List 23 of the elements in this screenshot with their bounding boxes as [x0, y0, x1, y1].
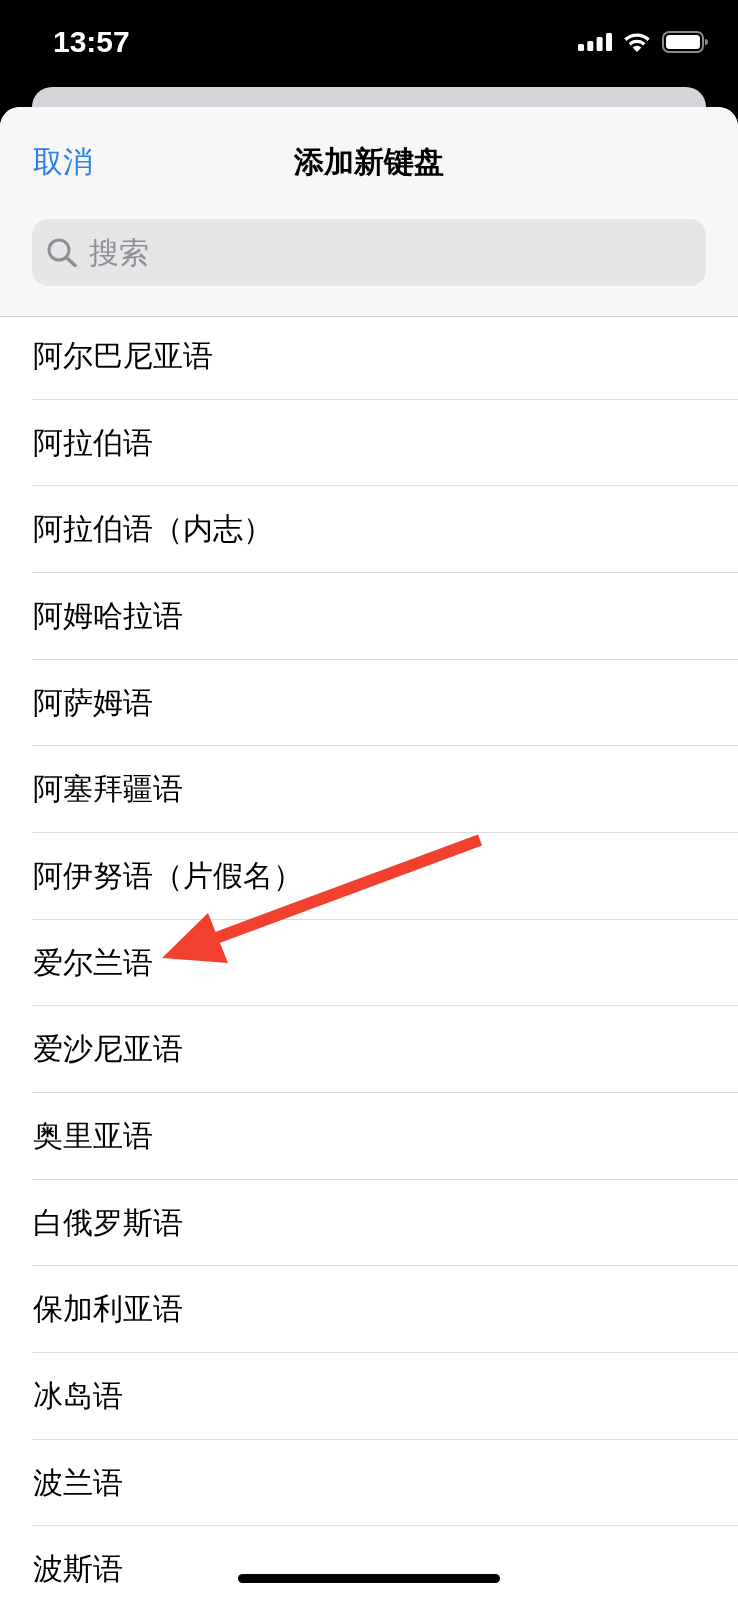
language-item[interactable]: 白俄罗斯语 [32, 1179, 738, 1267]
language-item[interactable]: 保加利亚语 [32, 1266, 738, 1354]
search-field[interactable]: 搜索 [89, 234, 706, 271]
cancel-button[interactable]: 取消 [33, 144, 93, 180]
sheet-title: 添加新键盘 [294, 144, 444, 180]
language-item[interactable]: 阿姆哈拉语 [32, 572, 738, 660]
language-item[interactable]: 波斯语 [32, 1526, 738, 1600]
search-icon [47, 238, 77, 267]
language-item[interactable]: 波兰语 [32, 1439, 738, 1527]
language-item[interactable]: 阿拉伯语 [32, 399, 738, 487]
language-item[interactable]: 阿塞拜疆语 [32, 746, 738, 833]
language-item[interactable]: 阿拉伯语（内志） [32, 486, 738, 573]
status-time: 13:57 [53, 25, 130, 59]
language-item[interactable]: 阿伊努语（片假名） [32, 832, 738, 920]
language-item[interactable]: 阿尔巴尼亚语 [32, 317, 738, 400]
language-item[interactable]: 冰岛语 [32, 1353, 738, 1440]
search-bar[interactable]: 搜索 [32, 219, 706, 286]
battery-icon [662, 31, 708, 53]
language-item[interactable]: 阿萨姆语 [32, 659, 738, 747]
language-item[interactable]: 爱沙尼亚语 [32, 1006, 738, 1093]
signal-icon [578, 33, 612, 51]
language-item[interactable]: 奥里亚语 [32, 1093, 738, 1180]
wifi-icon [623, 32, 651, 52]
